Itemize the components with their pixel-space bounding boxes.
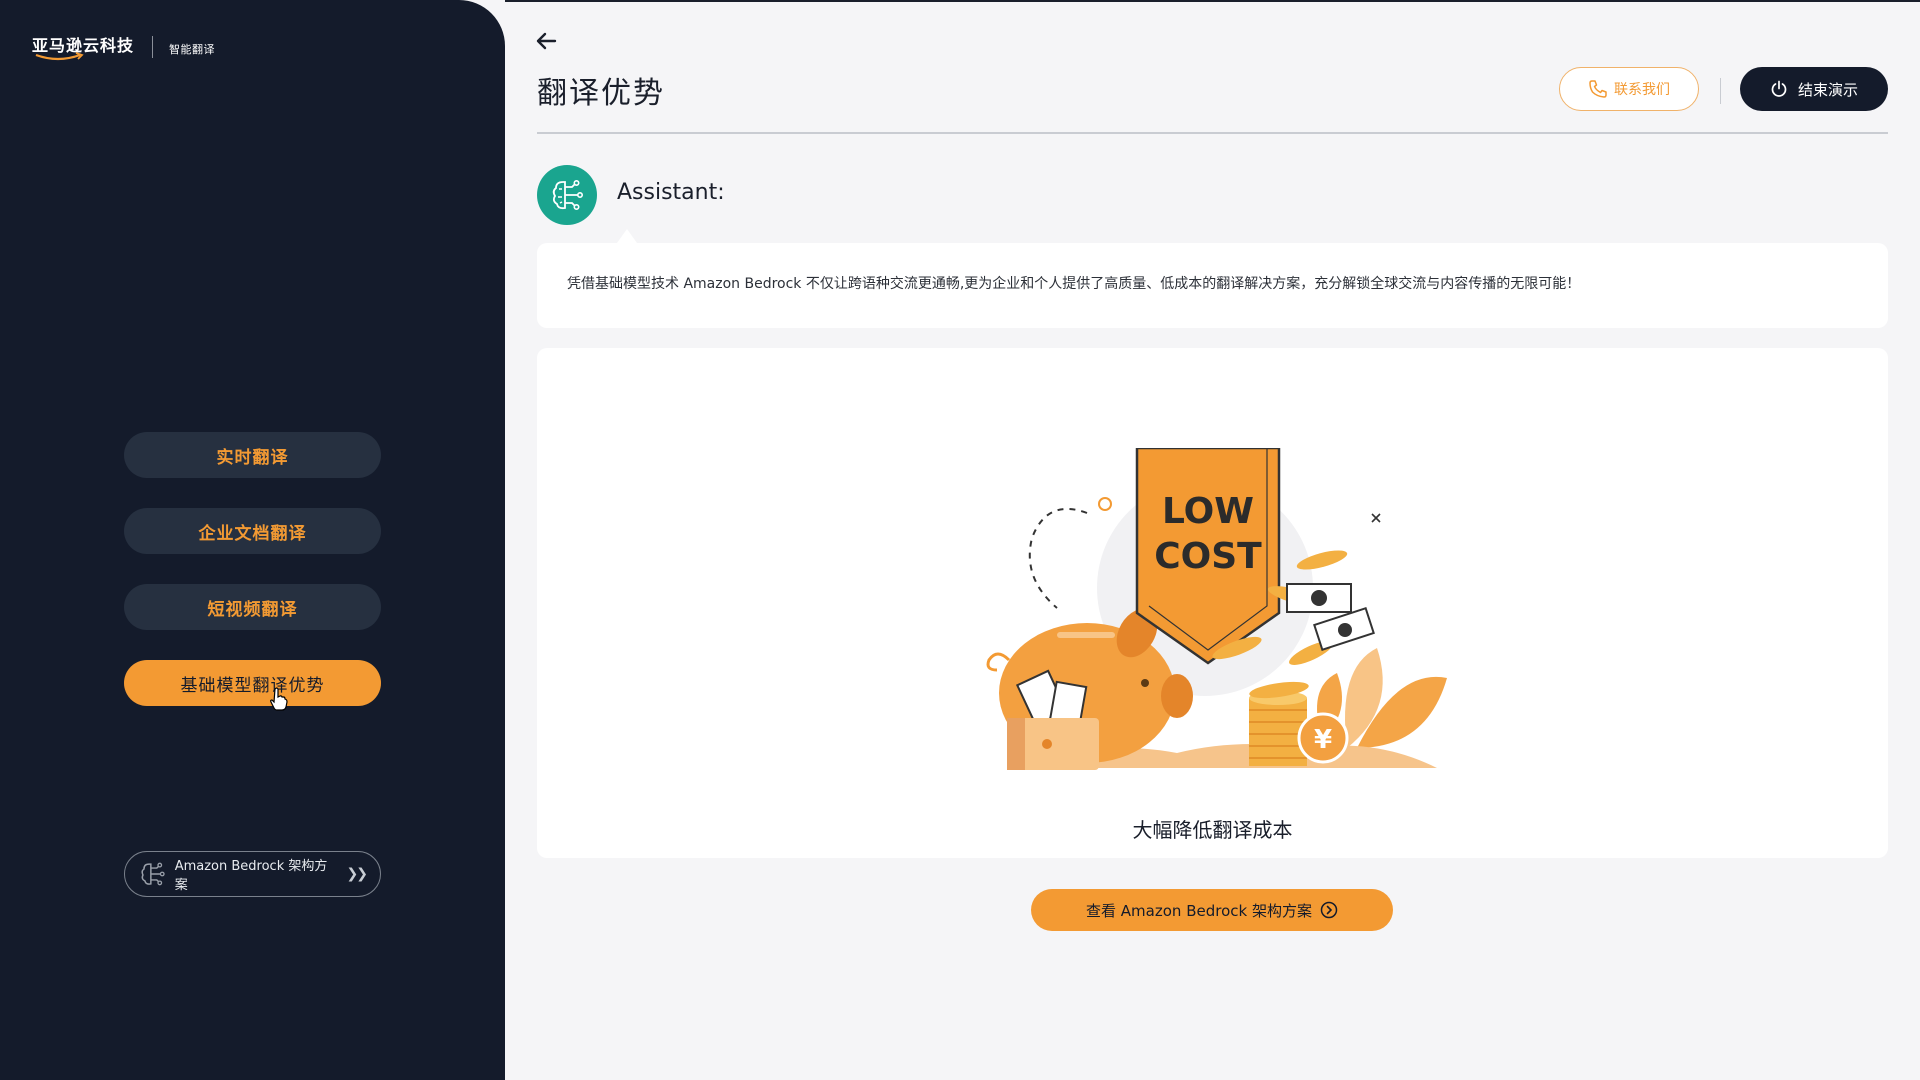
logo: 亚马逊云科技 智能翻译 — [32, 32, 215, 66]
assistant-label: Assistant: — [617, 180, 725, 205]
contact-us-label: 联系我们 — [1614, 82, 1670, 98]
banner-line1-text: LOW — [1162, 491, 1254, 532]
brain-circuit-icon — [141, 862, 165, 886]
main-content: 翻译优势 联系我们 结束演示 Assistant: 凭借基础模型技术 Amazo… — [505, 0, 1920, 1080]
nav-video-translation[interactable]: 短视频翻译 — [124, 584, 381, 630]
power-icon — [1771, 80, 1787, 97]
sparkle-mark — [1371, 513, 1381, 523]
illustration-caption: 大幅降低翻译成本 — [1132, 818, 1293, 842]
assistant-message-text: 凭借基础模型技术 Amazon Bedrock 不仅让跨语种交流更通畅,更为企业… — [567, 276, 1581, 292]
phone-icon — [1589, 80, 1607, 98]
end-demo-button[interactable]: 结束演示 — [1740, 67, 1888, 111]
dashed-arc — [1028, 508, 1088, 609]
low-cost-illustration: LOW COST ¥ — [986, 448, 1447, 770]
nav-realtime-translation[interactable]: 实时翻译 — [124, 432, 381, 478]
nav-document-translation[interactable]: 企业文档翻译 — [124, 508, 381, 554]
banknote-yen-icon — [1311, 590, 1327, 606]
header-divider — [537, 132, 1888, 134]
banknote-yen-icon — [1338, 623, 1352, 637]
smile-icon — [35, 52, 84, 61]
wallet-clasp — [1042, 739, 1052, 749]
logo-separator — [152, 36, 154, 58]
top-border — [505, 0, 1920, 2]
view-bedrock-architecture-button[interactable]: 查看 Amazon Bedrock 架构方案 — [1031, 889, 1393, 931]
double-chevron-right-icon: ❯❯ — [346, 866, 369, 882]
wallet-strip — [1007, 718, 1025, 770]
piggy-slot — [1057, 632, 1115, 638]
circle-arrow-right-icon — [1320, 901, 1338, 919]
logo-subtitle: 智能翻译 — [169, 43, 216, 56]
page-title: 翻译优势 — [537, 76, 665, 111]
contact-us-button[interactable]: 联系我们 — [1559, 67, 1699, 111]
illustration-card: LOW COST ¥ 大幅降低翻译成本 — [537, 348, 1888, 858]
view-bedrock-architecture-label: 查看 Amazon Bedrock 架构方案 — [1086, 901, 1312, 920]
assistant-message: 凭借基础模型技术 Amazon Bedrock 不仅让跨语种交流更通畅,更为企业… — [537, 229, 1888, 328]
small-ring — [1098, 497, 1112, 511]
hand-cursor-icon — [270, 687, 288, 711]
piggy-snout — [1161, 674, 1193, 718]
brain-circuit-icon — [552, 180, 583, 210]
bedrock-architecture-button[interactable]: Amazon Bedrock 架构方案 ❯❯ — [124, 851, 381, 897]
assistant-avatar — [537, 165, 597, 225]
end-demo-label: 结束演示 — [1797, 80, 1858, 99]
back-arrow-icon[interactable] — [535, 30, 557, 52]
piggy-eye — [1141, 679, 1149, 687]
banner-line2-text: COST — [1154, 536, 1262, 577]
bedrock-architecture-label: Amazon Bedrock 架构方案 — [174, 859, 328, 893]
nav-model-advantages[interactable]: 基础模型翻译优势 — [124, 660, 381, 706]
sidebar: 亚马逊云科技 智能翻译 实时翻译 企业文档翻译 短视频翻译 基础模型翻译优势 A… — [0, 0, 505, 1080]
yen-symbol: ¥ — [1314, 725, 1332, 755]
header-separator — [1720, 78, 1721, 104]
